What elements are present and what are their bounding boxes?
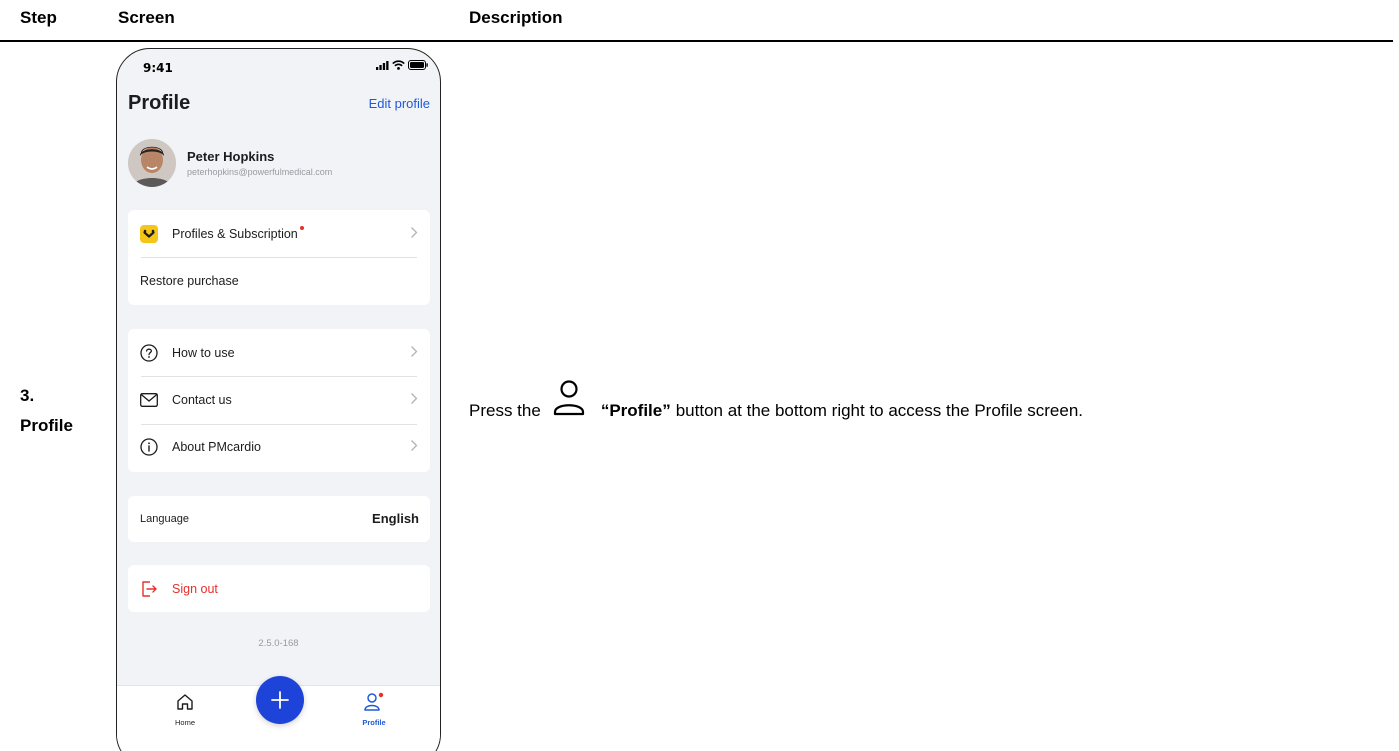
status-icons [376, 60, 428, 70]
phone-screenshot: 9:41 Profile Edit profile Peter Hopkins … [116, 48, 441, 751]
tab-profile-label: Profile [362, 718, 386, 727]
add-button[interactable] [256, 676, 304, 724]
column-header-description: Description [469, 8, 563, 27]
app-version: 2.5.0-168 [258, 638, 299, 649]
restore-purchase-label: Restore purchase [140, 273, 239, 288]
profile-icon [364, 692, 384, 711]
header-divider [0, 40, 1393, 42]
sign-out-item: Sign out [128, 565, 430, 612]
subscription-card: Profiles & Subscription Restore purchase [128, 210, 430, 305]
avatar [128, 139, 176, 187]
step-description: Press the “Profile” button at the bottom… [469, 379, 1083, 441]
about-item[interactable]: About PMcardio [128, 423, 430, 470]
column-header-step: Step [20, 8, 57, 27]
status-time: 9:41 [143, 61, 173, 75]
language-value: English [372, 511, 419, 526]
edit-profile-link[interactable]: Edit profile [369, 96, 430, 111]
tab-home[interactable]: Home [155, 692, 215, 727]
signal-icon [376, 60, 389, 70]
brand-logo-icon [140, 224, 158, 243]
help-card: How to use Contact us About PMcardio [128, 329, 430, 472]
contact-us-label: Contact us [172, 392, 232, 407]
sign-out-row[interactable]: Sign out [128, 565, 430, 612]
language-row[interactable]: Language English [128, 496, 430, 542]
sign-out-icon [140, 580, 158, 598]
tab-home-label: Home [174, 718, 195, 727]
chevron-right-icon [411, 346, 418, 357]
restore-purchase-item[interactable]: Restore purchase [128, 257, 430, 304]
sign-out-label: Sign out [172, 581, 218, 596]
mail-icon [140, 391, 158, 409]
step-label: 3. Profile [20, 381, 73, 441]
profiles-subscription-item[interactable]: Profiles & Subscription [128, 210, 430, 257]
about-label: About PMcardio [172, 439, 261, 454]
step-name: Profile [20, 416, 73, 435]
tab-profile[interactable]: Profile [344, 692, 404, 727]
chevron-right-icon [411, 393, 418, 404]
user-email: peterhopkins@powerfulmedical.com [187, 167, 333, 177]
how-to-use-item[interactable]: How to use [128, 329, 430, 376]
notification-dot [299, 225, 304, 230]
description-text-before: Press the [469, 401, 541, 420]
step-number: 3. [20, 386, 35, 405]
home-icon [177, 694, 193, 710]
chevron-right-icon [411, 227, 418, 238]
info-circle-icon [140, 437, 158, 456]
plus-icon [271, 691, 289, 709]
page-title: Profile [128, 92, 191, 114]
contact-us-item[interactable]: Contact us [128, 376, 430, 423]
column-header-screen: Screen [118, 8, 175, 27]
battery-icon [408, 60, 428, 70]
person-outline-icon [549, 379, 589, 419]
language-label: Language [140, 513, 189, 525]
description-button-name: “Profile” [600, 401, 671, 420]
profiles-subscription-label: Profiles & Subscription [172, 226, 298, 241]
user-name: Peter Hopkins [187, 149, 275, 164]
description-text-after: button at the bottom right to access the… [675, 401, 1083, 420]
wifi-icon [392, 60, 405, 70]
chevron-right-icon [411, 440, 418, 451]
how-to-use-label: How to use [172, 345, 235, 360]
question-circle-icon [140, 343, 158, 362]
